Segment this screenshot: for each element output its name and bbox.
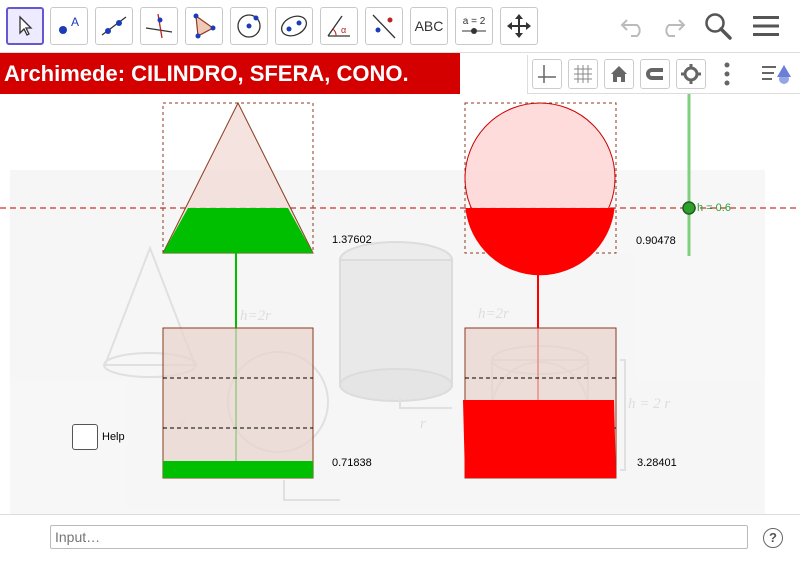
sphere-figure[interactable]: [464, 102, 617, 276]
move-view-tool-icon[interactable]: [500, 7, 538, 45]
toolbar: A α ABC a = 2: [0, 0, 800, 53]
text-tool[interactable]: ABC: [410, 7, 448, 45]
point-tool-icon[interactable]: A: [50, 7, 88, 45]
polygon-tool-icon[interactable]: [185, 7, 223, 45]
bg-label-h3: h = 2 r: [628, 396, 670, 412]
input-field[interactable]: [50, 525, 748, 549]
undo-icon[interactable]: [616, 8, 652, 44]
slider-tool-label: a = 2: [462, 16, 486, 27]
slider-label: h = 0.6: [697, 202, 731, 214]
magnet-icon[interactable]: [640, 59, 670, 89]
more-options-icon[interactable]: [724, 61, 730, 87]
menu-icon[interactable]: [748, 8, 784, 44]
circle-tool-icon[interactable]: [230, 7, 268, 45]
slider-tool-icon: [462, 28, 486, 34]
svg-text:α: α: [341, 25, 346, 35]
slider-handle[interactable]: [682, 201, 696, 215]
page-title: Archimede: CILINDRO, SFERA, CONO.: [0, 53, 460, 94]
cylinder-right-value: 3.28401: [637, 457, 677, 469]
ellipse-tool-icon[interactable]: [275, 7, 313, 45]
cylinder-right-figure[interactable]: [463, 327, 617, 479]
gear-icon[interactable]: [676, 59, 706, 89]
bg-label-r2: r: [420, 416, 426, 432]
slider-tool[interactable]: a = 2: [455, 7, 493, 45]
bg-label-h2: h=2r: [478, 306, 509, 322]
sphere-value: 0.90478: [636, 235, 676, 247]
perpendicular-tool-icon[interactable]: [140, 7, 178, 45]
angle-tool-icon[interactable]: α: [320, 7, 358, 45]
svg-text:A: A: [71, 15, 79, 29]
input-bar: ?: [0, 514, 800, 561]
help-checkbox-label: Help: [102, 431, 125, 443]
graphics-view[interactable]: h=2r h=2r h = 2 r r r: [0, 94, 800, 514]
grid-toggle-icon[interactable]: [568, 59, 598, 89]
cone-value: 1.37602: [332, 234, 372, 246]
bg-label-h1: h=2r: [240, 308, 271, 324]
move-tool-icon[interactable]: [6, 7, 44, 45]
cylinder-left-value: 0.71838: [332, 457, 372, 469]
redo-icon[interactable]: [654, 8, 690, 44]
axes-toggle-icon[interactable]: [532, 59, 562, 89]
help-checkbox[interactable]: [72, 424, 98, 450]
home-icon[interactable]: [604, 59, 634, 89]
help-icon[interactable]: ?: [763, 528, 783, 548]
search-icon[interactable]: [700, 8, 736, 44]
style-bar: [527, 55, 800, 94]
line-tool-icon[interactable]: [95, 7, 133, 45]
algebra-view-toggle-icon[interactable]: [760, 61, 794, 87]
reflect-tool-icon[interactable]: [365, 7, 403, 45]
cylinder-left-figure[interactable]: [162, 327, 314, 479]
